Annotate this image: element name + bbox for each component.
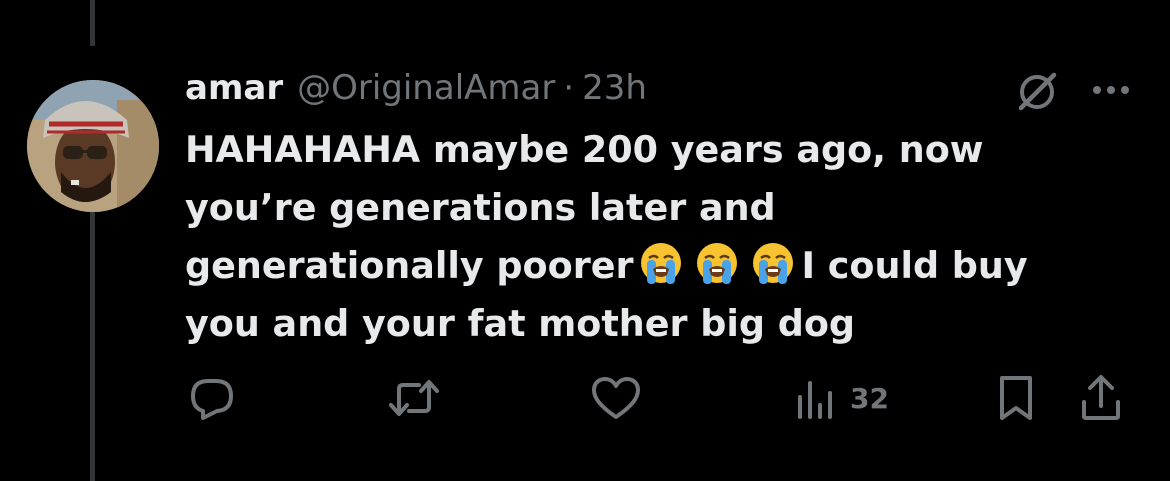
thread-line-bottom: [90, 212, 95, 481]
views-button[interactable]: 32: [794, 370, 889, 426]
bookmark-button[interactable]: [994, 370, 1038, 426]
tweet-text-line: HAHAHAHA maybe 200 years ago, now: [185, 128, 984, 171]
views-count: 32: [850, 381, 889, 415]
bookmark-icon: [994, 372, 1038, 424]
tweet-header: amar @OriginalAmar · 23h: [185, 62, 647, 114]
user-handle[interactable]: @OriginalAmar: [297, 68, 555, 108]
thread-line-top: [90, 0, 95, 46]
loudly-crying-face-icon: [695, 241, 739, 285]
share-icon: [1078, 372, 1124, 424]
tweet-text-line: you’re generations later and: [185, 186, 776, 229]
retweet-button[interactable]: [387, 370, 441, 426]
grok-icon[interactable]: [1012, 66, 1062, 116]
action-bar: 32: [0, 370, 1170, 430]
separator-dot: ·: [563, 68, 575, 108]
tweet-text-fragment: generationally poorer: [185, 244, 634, 287]
like-button[interactable]: [590, 370, 642, 426]
more-options-icon[interactable]: [1088, 70, 1134, 110]
retweet-icon: [387, 373, 441, 423]
reply-icon: [187, 373, 237, 423]
display-name[interactable]: amar: [185, 68, 283, 108]
tweet-text-fragment: I could buy: [801, 244, 1028, 287]
reply-button[interactable]: [187, 370, 237, 426]
tweet-text-line: you and your fat mother big dog: [185, 302, 856, 345]
views-icon: [794, 373, 838, 423]
tweet-text: HAHAHAHA maybe 200 years ago, now you’re…: [185, 121, 1145, 353]
loudly-crying-face-icon: [639, 241, 683, 285]
loudly-crying-face-icon: [751, 241, 795, 285]
avatar[interactable]: [27, 80, 159, 212]
tweet-text-line: generationally poorer I could buy: [185, 237, 1145, 295]
heart-icon: [590, 373, 642, 423]
timestamp[interactable]: 23h: [582, 68, 647, 108]
share-button[interactable]: [1078, 370, 1124, 426]
